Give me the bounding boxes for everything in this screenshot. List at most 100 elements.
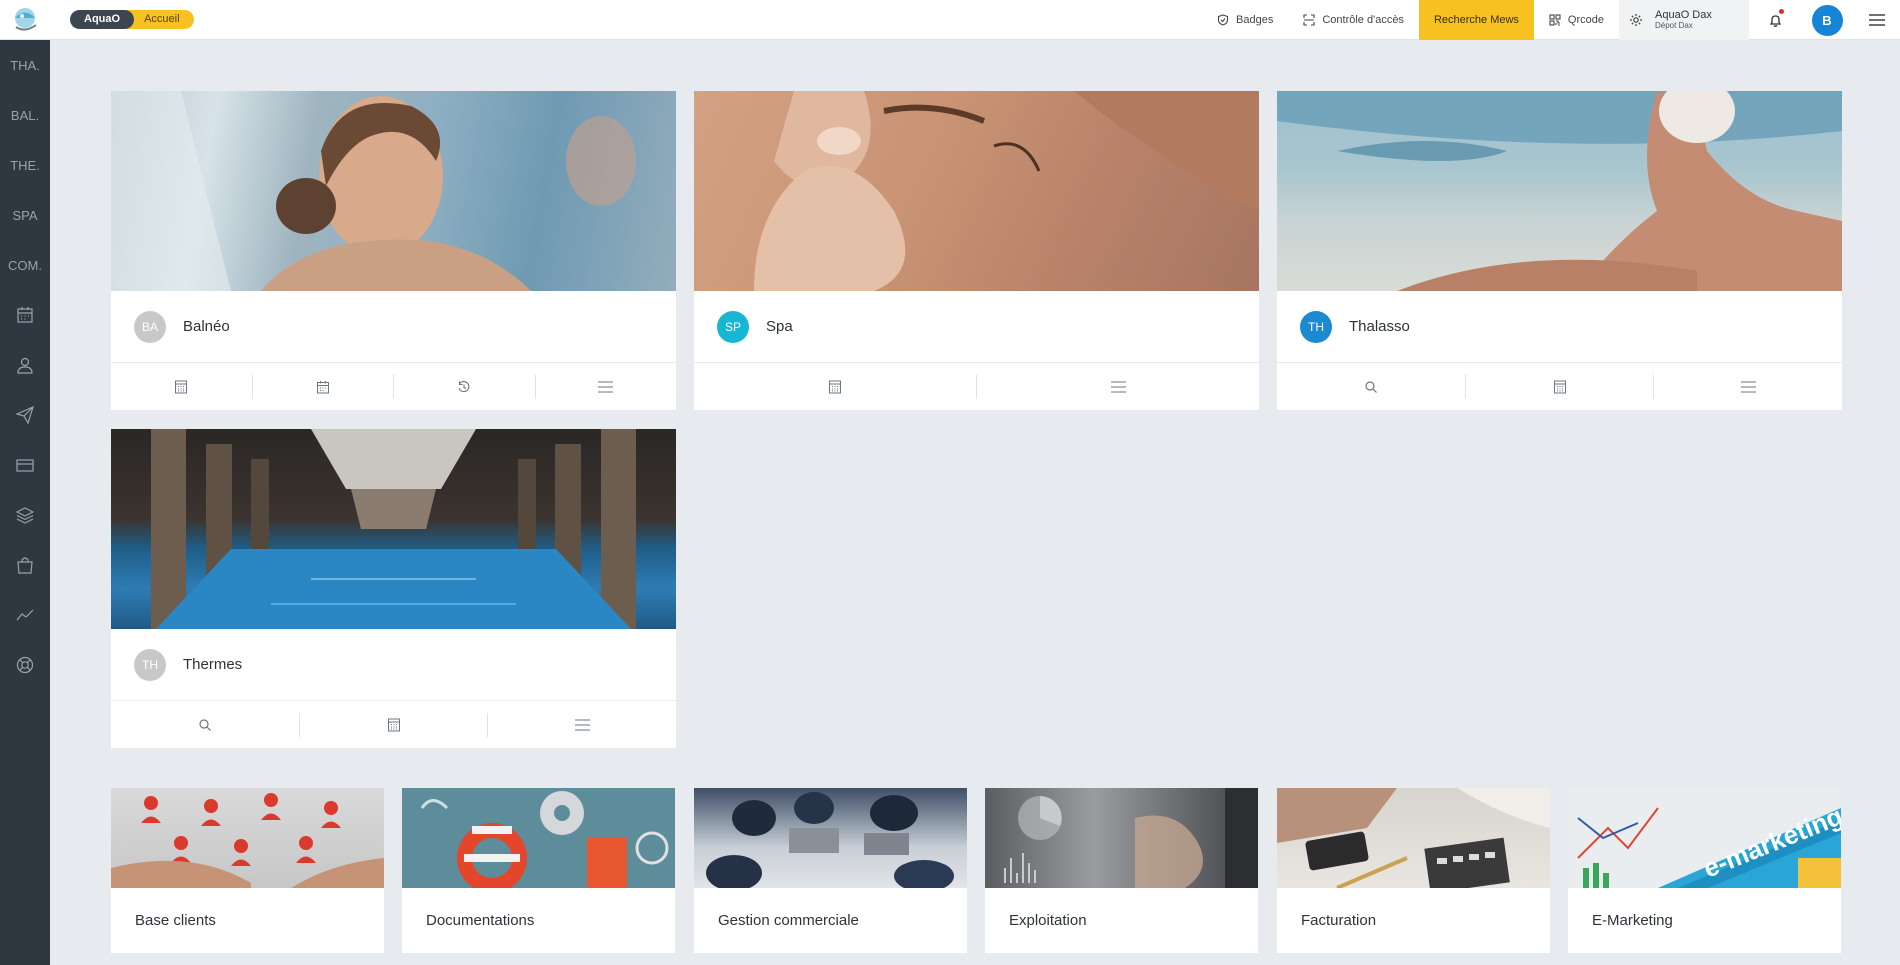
tile-facturation[interactable]: Facturation xyxy=(1277,788,1550,953)
tile-title: Documentations xyxy=(426,912,535,929)
notifications-button[interactable] xyxy=(1749,0,1801,40)
module-card-spa: SP Spa xyxy=(694,91,1259,410)
base-clients-image xyxy=(111,788,384,888)
balneo-history-button[interactable] xyxy=(394,374,536,399)
page-pill[interactable]: Accueil xyxy=(126,10,194,29)
documentations-image xyxy=(402,788,675,888)
balneo-image[interactable] xyxy=(111,91,676,291)
tile-documentations[interactable]: Documentations xyxy=(402,788,675,953)
nav-badges[interactable]: Badges xyxy=(1202,0,1288,40)
nav-mews-search[interactable]: Recherche Mews xyxy=(1418,0,1534,40)
bell-icon xyxy=(1769,14,1781,27)
sidebar-item-tha[interactable]: THA. xyxy=(0,40,50,90)
nav-qrcode[interactable]: Qrcode xyxy=(1534,0,1619,40)
module-card-balneo: BA Balnéo xyxy=(111,91,676,410)
balneo-menu-button[interactable] xyxy=(536,375,677,399)
app-pill[interactable]: AquaO xyxy=(70,10,135,29)
sidebar-item-users[interactable] xyxy=(0,340,50,390)
thermes-search-button[interactable] xyxy=(111,712,300,737)
card-header[interactable]: TH Thermes xyxy=(111,629,676,701)
main-menu-button[interactable] xyxy=(1853,0,1900,40)
balneo-calendar-button[interactable] xyxy=(253,374,394,399)
module-badge: TH xyxy=(134,648,166,681)
support-icon xyxy=(16,656,34,674)
module-badge: BA xyxy=(134,310,166,343)
spa-image[interactable] xyxy=(694,91,1259,291)
notification-dot xyxy=(1779,9,1784,14)
sidebar-item-payments[interactable] xyxy=(0,440,50,490)
thalasso-menu-button[interactable] xyxy=(1654,375,1842,399)
sidebar-item-the[interactable]: THE. xyxy=(0,140,50,190)
thermes-calculator-button[interactable] xyxy=(300,712,489,737)
tile-title: Exploitation xyxy=(1009,912,1087,929)
calculator-icon xyxy=(387,718,400,731)
card-actions xyxy=(111,701,676,748)
card-header[interactable]: TH Thalasso xyxy=(1277,291,1842,363)
send-icon xyxy=(16,406,34,424)
calculator-icon xyxy=(1553,380,1566,393)
tile-gestion-commerciale[interactable]: Gestion commerciale xyxy=(694,788,967,953)
menu-icon xyxy=(1740,380,1756,393)
site-subtitle: Dépot Dax xyxy=(1655,21,1693,30)
thermes-image[interactable] xyxy=(111,429,676,629)
nav-access-control-label: Contrôle d'accès xyxy=(1322,14,1404,26)
site-selector[interactable]: AquaO Dax Dépot Dax xyxy=(1619,0,1749,40)
nav-badges-label: Badges xyxy=(1236,14,1274,26)
tile-base-clients[interactable]: Base clients xyxy=(111,788,384,953)
thalasso-calculator-button[interactable] xyxy=(1466,374,1655,399)
sidebar: THA. BAL. THE. SPA COM. xyxy=(0,40,50,965)
sidebar-item-stats[interactable] xyxy=(0,590,50,640)
site-name: AquaO Dax xyxy=(1655,9,1712,21)
shield-icon xyxy=(1217,14,1229,26)
exploitation-image xyxy=(985,788,1258,888)
tile-title: E-Marketing xyxy=(1592,912,1673,929)
card-header[interactable]: BA Balnéo xyxy=(111,291,676,363)
user-icon xyxy=(17,357,33,374)
nav-access-control[interactable]: Contrôle d'accès xyxy=(1288,0,1419,40)
card-actions xyxy=(694,363,1259,410)
module-card-thermes: TH Thermes xyxy=(111,429,676,748)
tile-title: Gestion commerciale xyxy=(718,912,859,929)
sidebar-item-support[interactable] xyxy=(0,640,50,690)
menu-icon xyxy=(574,718,590,731)
thalasso-search-button[interactable] xyxy=(1277,374,1466,399)
search-icon xyxy=(1365,380,1377,393)
sidebar-item-calendar[interactable] xyxy=(0,290,50,340)
card-title: Spa xyxy=(766,318,793,335)
card-actions xyxy=(111,363,676,410)
calendar-icon xyxy=(316,380,329,393)
sidebar-item-messages[interactable] xyxy=(0,390,50,440)
sidebar-item-spa[interactable]: SPA xyxy=(0,190,50,240)
gestion-commerciale-image xyxy=(694,788,967,888)
sidebar-item-com[interactable]: COM. xyxy=(0,240,50,290)
nav-mews-search-label: Recherche Mews xyxy=(1433,14,1519,26)
tile-title: Base clients xyxy=(135,912,216,929)
card-header[interactable]: SP Spa xyxy=(694,291,1259,363)
spa-menu-button[interactable] xyxy=(977,375,1259,399)
menu-icon xyxy=(598,380,614,393)
shopping-bag-icon xyxy=(17,557,33,574)
thermes-menu-button[interactable] xyxy=(488,713,676,737)
sidebar-item-bal[interactable]: BAL. xyxy=(0,90,50,140)
top-bar: AquaO Accueil Badges Contrôle d'accès Re… xyxy=(0,0,1900,40)
menu-icon xyxy=(1868,14,1885,26)
card-actions xyxy=(1277,363,1842,410)
balneo-calculator-button[interactable] xyxy=(111,374,253,399)
user-avatar-button[interactable]: B xyxy=(1801,0,1853,40)
spa-calculator-button[interactable] xyxy=(694,374,977,399)
tile-e-marketing[interactable]: e-marketing E-Marketing xyxy=(1568,788,1841,953)
sidebar-item-layers[interactable] xyxy=(0,490,50,540)
app-logo[interactable] xyxy=(0,0,50,40)
trend-chart-icon xyxy=(16,609,34,621)
sidebar-item-shop[interactable] xyxy=(0,540,50,590)
calendar-icon xyxy=(17,307,33,323)
gear-icon xyxy=(1630,14,1642,26)
search-icon xyxy=(199,718,211,731)
e-marketing-image: e-marketing xyxy=(1568,788,1841,888)
tile-title: Facturation xyxy=(1301,912,1377,929)
layers-icon xyxy=(16,507,34,524)
tile-exploitation[interactable]: Exploitation xyxy=(985,788,1258,953)
module-badge: TH xyxy=(1300,310,1332,343)
calculator-icon xyxy=(175,380,188,393)
thalasso-image[interactable] xyxy=(1277,91,1842,291)
